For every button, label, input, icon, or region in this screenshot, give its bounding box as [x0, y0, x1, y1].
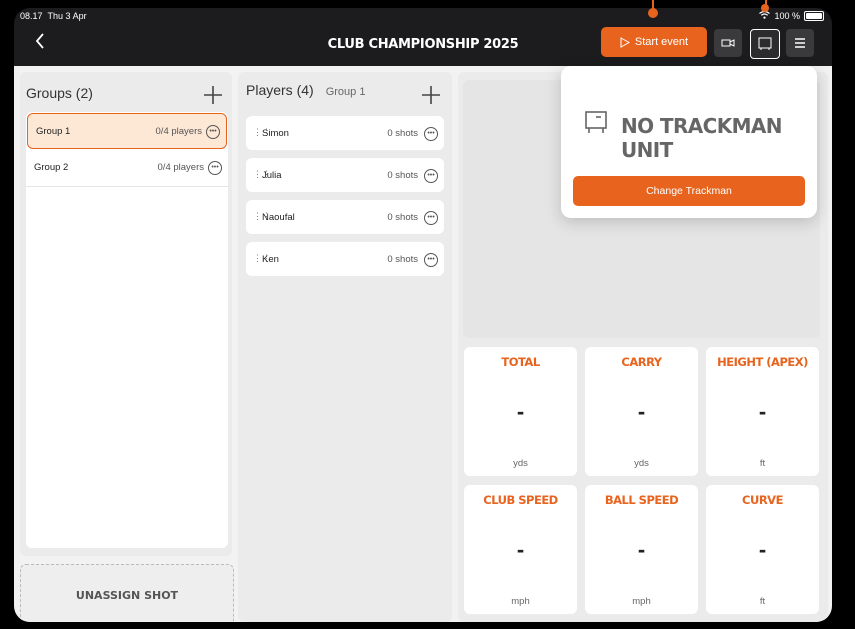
groups-list: Group 1 0/4 players ••• Group 2 0/4 play…: [26, 112, 228, 548]
player-shots: 0 shots: [387, 212, 418, 223]
more-options-icon[interactable]: •••: [424, 169, 438, 183]
play-icon: [620, 36, 630, 48]
stat-unit: ft: [759, 596, 766, 607]
player-name: Ken: [262, 254, 279, 265]
wifi-icon: [759, 10, 771, 21]
stat-value: -: [637, 399, 646, 424]
trackman-button[interactable]: [750, 29, 780, 59]
stat-ball-speed: BALL SPEED - mph: [585, 485, 698, 614]
more-options-icon[interactable]: •••: [424, 127, 438, 141]
groups-panel: Groups (2) Group 1 0/4 players ••• Group…: [20, 72, 232, 556]
stat-unit: yds: [634, 458, 649, 469]
battery-percent: 100 %: [774, 11, 800, 21]
status-bar: 08.17 Thu 3 Apr 100 %: [14, 8, 832, 24]
stat-label: CURVE: [742, 493, 783, 507]
stat-label: HEIGHT (APEX): [717, 355, 808, 369]
group-row-1[interactable]: Group 1 0/4 players •••: [27, 113, 227, 149]
unassign-shot-dropzone[interactable]: UNASSIGN SHOT: [20, 564, 234, 622]
stat-value: -: [516, 399, 525, 424]
groups-header: Groups (2): [26, 85, 93, 101]
stat-curve: CURVE - ft: [706, 485, 819, 614]
trackman-unit-icon: [585, 111, 607, 133]
stat-unit: mph: [632, 596, 651, 607]
video-camera-icon: [721, 39, 735, 47]
stat-label: TOTAL: [501, 355, 540, 369]
player-row[interactable]: ⋮⋮ Ken 0 shots •••: [246, 242, 444, 276]
plus-icon: [422, 86, 440, 104]
stat-club-speed: CLUB SPEED - mph: [464, 485, 577, 614]
add-player-button[interactable]: [418, 82, 444, 108]
player-name: Simon: [262, 128, 289, 139]
group-name: Group 2: [34, 162, 69, 173]
add-group-button[interactable]: [200, 82, 226, 108]
stat-value: -: [516, 537, 525, 562]
trackman-icon: [758, 37, 772, 50]
annotation-marker: [761, 4, 769, 12]
change-trackman-button[interactable]: Change Trackman: [573, 176, 805, 206]
stat-total: TOTAL - yds: [464, 347, 577, 476]
stat-height: HEIGHT (APEX) - ft: [706, 347, 819, 476]
trackman-popover: NO TRACKMAN UNIT Change Trackman: [561, 66, 817, 218]
page-title: CLUB CHAMPIONSHIP 2025: [327, 37, 519, 52]
players-panel: Players (4) Group 1 ⋮⋮ Simon 0 shots ••• …: [238, 72, 452, 622]
stat-unit: ft: [759, 458, 766, 469]
menu-button[interactable]: [786, 29, 814, 57]
player-row[interactable]: ⋮⋮ Naoufal 0 shots •••: [246, 200, 444, 234]
nav-bar: CLUB CHAMPIONSHIP 2025 Start event: [14, 24, 832, 66]
group-count: 0/4 players: [157, 162, 204, 173]
stat-unit: yds: [513, 458, 528, 469]
stat-carry: CARRY - yds: [585, 347, 698, 476]
battery-icon: [804, 11, 824, 21]
group-name: Group 1: [36, 126, 71, 137]
player-name: Julia: [262, 170, 282, 181]
annotation-marker: [648, 8, 658, 18]
camera-button[interactable]: [714, 29, 742, 57]
player-shots: 0 shots: [387, 128, 418, 139]
group-count: 0/4 players: [155, 126, 202, 137]
players-count-title: Players (4): [246, 82, 314, 98]
plus-icon: [204, 86, 222, 104]
stat-label: CARRY: [621, 355, 662, 369]
stat-value: -: [758, 399, 767, 424]
player-row[interactable]: ⋮⋮ Simon 0 shots •••: [246, 116, 444, 150]
more-options-icon[interactable]: •••: [424, 253, 438, 267]
players-group-name: Group 1: [325, 86, 366, 98]
more-options-icon[interactable]: •••: [208, 161, 222, 175]
player-shots: 0 shots: [387, 254, 418, 265]
group-row-2[interactable]: Group 2 0/4 players •••: [26, 150, 228, 187]
stat-unit: mph: [511, 596, 530, 607]
player-row[interactable]: ⋮⋮ Julia 0 shots •••: [246, 158, 444, 192]
status-time: 08.17 Thu 3 Apr: [20, 11, 87, 21]
stat-label: CLUB SPEED: [483, 493, 558, 507]
player-name: Naoufal: [262, 212, 295, 223]
stat-label: BALL SPEED: [604, 493, 679, 507]
more-options-icon[interactable]: •••: [206, 125, 220, 139]
stat-value: -: [637, 537, 646, 562]
no-trackman-message: NO TRACKMAN UNIT: [621, 114, 783, 162]
status-right: 100 %: [759, 10, 824, 21]
hamburger-icon: [795, 38, 805, 48]
start-event-label: Start event: [634, 36, 689, 48]
stat-value: -: [758, 537, 767, 562]
player-shots: 0 shots: [387, 170, 418, 181]
players-header: Players (4) Group 1: [246, 82, 365, 98]
start-event-button[interactable]: Start event: [601, 27, 707, 57]
more-options-icon[interactable]: •••: [424, 211, 438, 225]
